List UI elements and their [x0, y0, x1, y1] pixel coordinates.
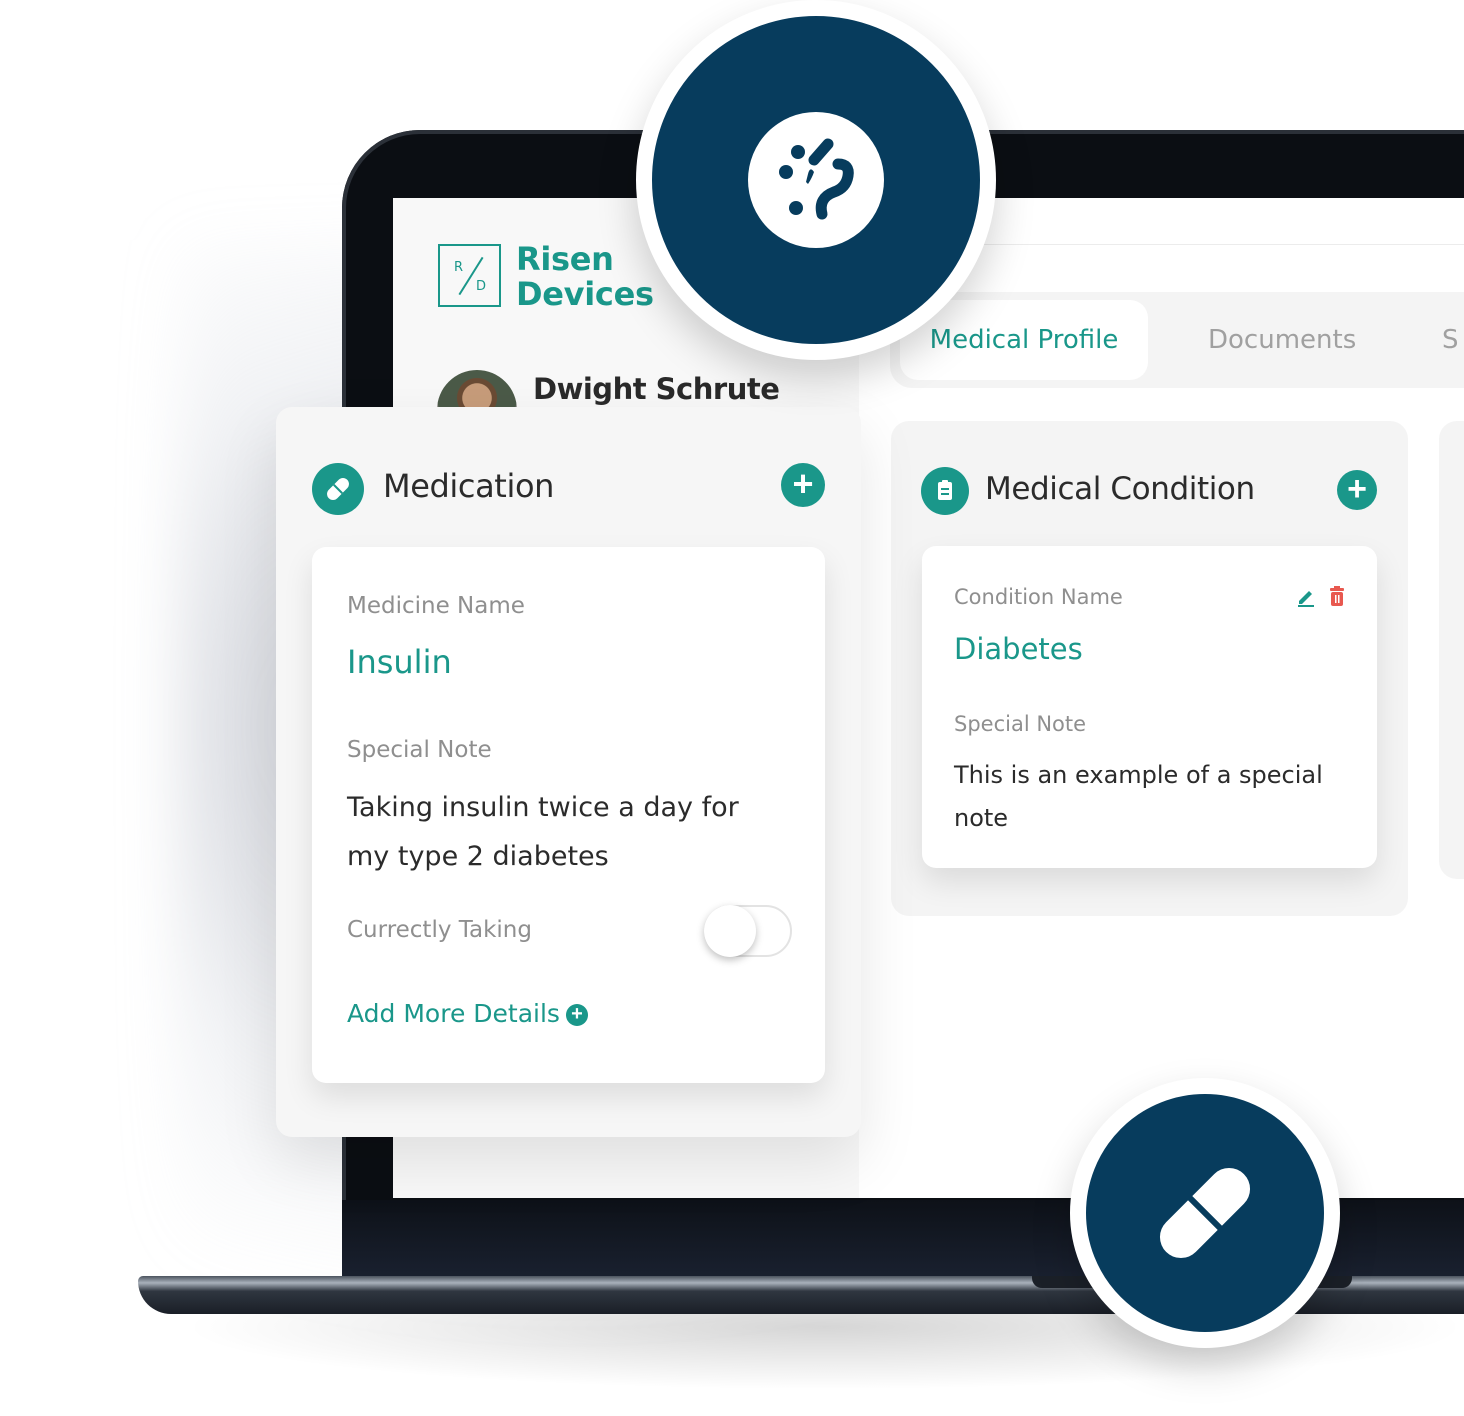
edit-icon[interactable]: [1295, 586, 1317, 608]
pill-icon: [312, 463, 364, 515]
delete-icon[interactable]: [1327, 585, 1347, 607]
medicine-name-value: Insulin: [347, 643, 452, 681]
condition-name-value: Diabetes: [954, 632, 1083, 666]
pill-bubble: [1070, 1078, 1340, 1348]
currently-taking-toggle[interactable]: [704, 905, 792, 957]
tab-bar: Medical Profile Documents S: [890, 292, 1464, 388]
plus-icon[interactable]: +: [566, 1004, 588, 1026]
add-condition-button[interactable]: +: [1337, 470, 1377, 510]
bacteria-icon: [748, 112, 884, 248]
condition-note-label: Special Note: [954, 712, 1087, 736]
medication-card: Medicine Name Insulin Special Note Takin…: [312, 547, 825, 1083]
currently-taking-label: Currectly Taking: [347, 917, 532, 943]
tab-documents[interactable]: Documents: [1208, 300, 1356, 380]
condition-card: Condition Name Diabetes Special Note Thi…: [922, 546, 1377, 868]
condition-note-value: This is an example of a special note: [954, 761, 1323, 832]
add-more-details-link[interactable]: Add More Details: [347, 999, 560, 1028]
add-medication-button[interactable]: +: [781, 463, 825, 507]
tab-more[interactable]: S: [1442, 300, 1459, 380]
bacteria-bubble: [636, 0, 996, 360]
logo-letter-d: D: [476, 279, 487, 294]
brand-logo-mark: R D: [438, 244, 501, 307]
logo-letter-r: R: [454, 260, 464, 275]
medication-note-value: Taking insulin twice a day for my type 2…: [347, 792, 739, 872]
pill-icon: [1146, 1154, 1264, 1272]
medicine-name-label: Medicine Name: [347, 593, 525, 619]
medication-title: Medication: [383, 467, 555, 505]
medication-panel: Medication + Medicine Name Insulin Speci…: [276, 407, 861, 1137]
brand-name-line2: Devices: [516, 275, 654, 313]
clipboard-icon: [921, 467, 969, 515]
next-panel-edge: [1439, 421, 1464, 879]
user-name[interactable]: Dwight Schrute: [533, 372, 780, 406]
medical-condition-panel: Medical Condition + Condition Name Diabe…: [891, 421, 1408, 916]
condition-name-label: Condition Name: [954, 585, 1123, 609]
medical-condition-title: Medical Condition: [985, 471, 1255, 507]
toggle-knob: [704, 905, 756, 957]
medication-note-label: Special Note: [347, 737, 492, 763]
